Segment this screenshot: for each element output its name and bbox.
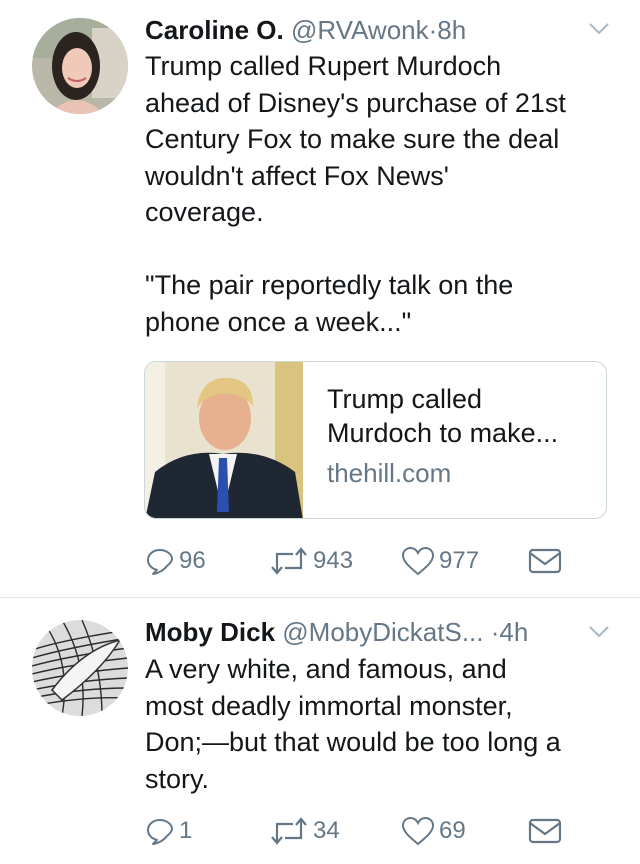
reply-button[interactable]: 96 — [145, 543, 206, 579]
link-card[interactable]: Trump called Murdoch to make... thehill.… — [144, 361, 607, 519]
user-handle[interactable]: @RVAwonk — [291, 15, 429, 45]
retweet-count: 34 — [313, 817, 340, 844]
tweet-text: Trump called Rupert Murdoch ahead of Dis… — [145, 51, 566, 337]
reply-icon — [147, 549, 173, 575]
avatar[interactable] — [32, 18, 128, 114]
direct-message-button[interactable] — [528, 813, 566, 849]
retweet-button[interactable]: 34 — [269, 813, 340, 849]
like-button[interactable]: 69 — [401, 813, 466, 849]
timestamp[interactable]: 4h — [499, 617, 528, 647]
direct-message-button[interactable] — [528, 543, 566, 579]
card-title[interactable]: Trump called Murdoch to make... — [327, 382, 597, 450]
chevron-down-icon[interactable] — [588, 625, 610, 639]
display-name[interactable]: Moby Dick — [145, 617, 275, 647]
retweet-button[interactable]: 943 — [269, 543, 353, 579]
heart-icon — [401, 816, 435, 846]
envelope-icon — [528, 818, 562, 844]
tweet-actions: 1 34 69 — [145, 813, 585, 849]
tweet-header: Moby Dick @MobyDickatS... ·4h — [145, 615, 580, 649]
envelope-icon — [528, 548, 562, 574]
like-count: 977 — [439, 547, 480, 574]
reply-button[interactable]: 1 — [145, 813, 192, 849]
like-button[interactable]: 977 — [401, 543, 479, 579]
card-title-text: Trump called Murdoch to make... — [327, 384, 559, 448]
reply-count: 1 — [179, 817, 193, 844]
card-image — [145, 362, 303, 518]
tweet-actions: 96 943 977 — [145, 543, 585, 579]
retweet-count: 943 — [313, 547, 354, 574]
user-handle[interactable]: @MobyDickatS... — [282, 617, 483, 647]
chevron-down-icon[interactable] — [588, 22, 610, 36]
timestamp[interactable]: 8h — [437, 15, 466, 45]
tweet-header: Caroline O. @RVAwonk·8h — [145, 13, 580, 47]
tweet[interactable]: Caroline O. @RVAwonk·8h Trump called Rup… — [0, 0, 640, 598]
reply-icon — [147, 819, 173, 845]
display-name[interactable]: Caroline O. — [145, 15, 284, 45]
retweet-icon — [271, 817, 307, 845]
card-domain: thehill.com — [327, 458, 452, 488]
heart-icon — [401, 546, 435, 576]
tweet-text: A very white, and famous, and most deadl… — [145, 654, 561, 794]
reply-count: 96 — [179, 547, 206, 574]
avatar[interactable] — [32, 620, 128, 716]
like-count: 69 — [439, 817, 466, 844]
tweet[interactable]: Moby Dick @MobyDickatS... ·4h A very whi… — [0, 598, 640, 864]
retweet-icon — [271, 547, 307, 575]
separator-dot: · — [428, 15, 438, 45]
